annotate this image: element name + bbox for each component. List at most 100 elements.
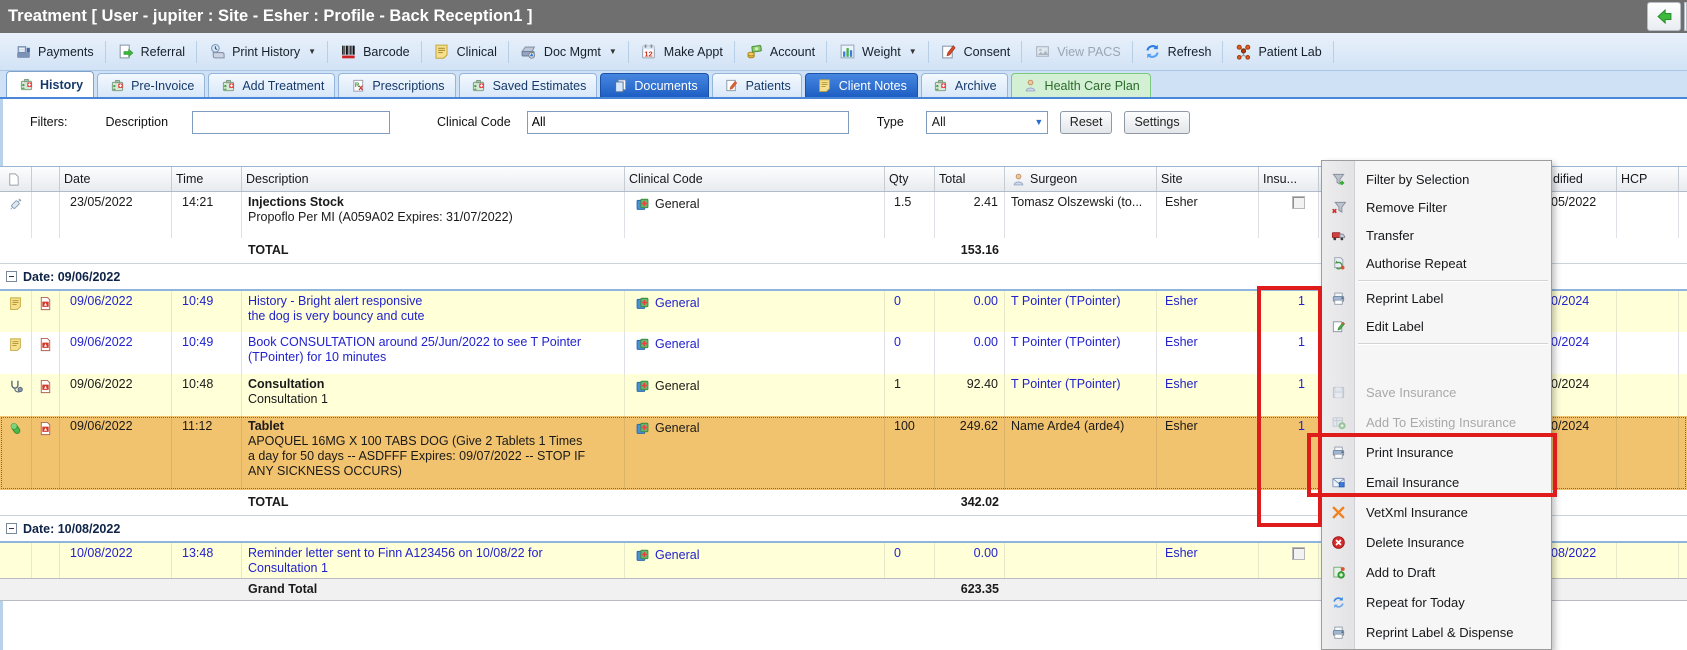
modified-cell: 0/2024 xyxy=(1549,332,1617,374)
description-cell: Tablet APOQUEL 16MG X 100 TABS DOG (Give … xyxy=(242,416,625,490)
tab-prescriptions[interactable]: R Prescriptions xyxy=(338,73,456,97)
tab-client-notes[interactable]: Client Notes xyxy=(804,73,918,97)
toolbar-button-referral[interactable]: Referral xyxy=(109,40,193,64)
type-select-value: All xyxy=(931,115,946,129)
tab-archive[interactable]: Archive xyxy=(920,73,1008,97)
column-header-description[interactable]: Description xyxy=(242,167,625,191)
menu-item-reprint-label[interactable]: Reprint Label xyxy=(1322,284,1551,312)
chevron-down-icon: ▼ xyxy=(1034,117,1044,127)
toolbar-button-print-history[interactable]: Print History ▼ xyxy=(200,40,324,64)
toolbar-label: Consent xyxy=(963,44,1011,59)
settings-button[interactable]: Settings xyxy=(1124,110,1190,134)
menu-item-vetxml-insurance[interactable]: VetXml Insurance xyxy=(1322,497,1551,527)
clinical-code-cell: General xyxy=(625,192,885,238)
empty-cell xyxy=(60,238,172,263)
tab-saved-estimates[interactable]: Saved Estimates xyxy=(458,73,598,97)
tab-pre-invoice[interactable]: Pre-Invoice xyxy=(97,73,206,97)
save-icon xyxy=(1329,383,1347,401)
toolbar-button-account[interactable]: Account xyxy=(738,40,823,64)
tab-health-care-plan[interactable]: Health Care Plan xyxy=(1010,73,1151,97)
prescription-icon: R xyxy=(349,77,367,95)
toolbar-button-consent[interactable]: Consent xyxy=(932,40,1019,64)
edit-label-icon xyxy=(1329,317,1347,335)
toolbar-button-clinical[interactable]: Clinical xyxy=(425,40,505,64)
menu-item-filter-by-selection[interactable]: Filter by Selection xyxy=(1322,165,1551,193)
tab-history[interactable]: History xyxy=(6,71,95,97)
column-header-doc[interactable] xyxy=(0,167,32,191)
column-header-site[interactable]: Site xyxy=(1157,167,1259,191)
description-line: Book CONSULTATION around 25/Jun/2022 to … xyxy=(248,335,582,349)
toolbar-separator xyxy=(196,40,198,63)
column-header-date[interactable]: Date xyxy=(60,167,172,191)
empty-cell xyxy=(1617,579,1679,600)
barcode-icon xyxy=(339,43,357,61)
menu-item-add-to-draft[interactable]: Add to Draft xyxy=(1322,557,1551,587)
clinical-code-input[interactable] xyxy=(526,110,849,134)
empty-cell xyxy=(1679,490,1687,515)
column-header-attach[interactable] xyxy=(32,167,60,191)
menu-item-repeat-for-today[interactable]: Repeat for Today xyxy=(1322,587,1551,617)
toolbar-label: Refresh xyxy=(1167,44,1212,59)
row-attachment-icon-cell xyxy=(32,332,60,374)
toolbar-button-refresh[interactable]: Refresh xyxy=(1136,40,1220,64)
general-code-icon xyxy=(633,546,651,564)
clinical-code-label: General xyxy=(655,296,700,310)
column-header-modified[interactable]: dified xyxy=(1549,167,1617,191)
toolbar-label: Make Appt xyxy=(663,44,723,59)
empty-cell xyxy=(0,238,32,263)
row-type-icon-cell xyxy=(0,332,32,374)
toolbar-separator xyxy=(1131,40,1133,63)
clinical-code-cell: General xyxy=(625,416,885,490)
modified-cell: 0/2024 xyxy=(1549,374,1617,416)
toolbar-button-barcode[interactable]: Barcode xyxy=(331,40,418,64)
column-header-label: Site xyxy=(1161,172,1183,186)
tab-add-treatment[interactable]: Add Treatment xyxy=(208,73,336,97)
column-header-time[interactable]: Time xyxy=(172,167,242,191)
collapse-icon[interactable] xyxy=(6,271,17,282)
toolbar-button-payments[interactable]: Payments xyxy=(6,40,102,64)
column-header-hcp[interactable]: HCP xyxy=(1617,167,1679,191)
column-header-qty[interactable]: Qty xyxy=(885,167,935,191)
empty-cell xyxy=(60,579,172,600)
time-cell: 10:49 xyxy=(172,332,242,374)
patients-icon xyxy=(723,77,741,95)
type-select[interactable]: All ▼ xyxy=(925,110,1048,134)
clinical-code-label: General xyxy=(655,548,700,562)
insurance-checkbox[interactable] xyxy=(1292,547,1305,560)
row-type-icon-cell xyxy=(0,416,32,490)
empty-cell xyxy=(1157,490,1259,515)
clinical-code-label: General xyxy=(655,421,700,435)
column-header-insu[interactable]: Insu... xyxy=(1259,167,1319,191)
menu-item-remove-filter[interactable]: Remove Filter xyxy=(1322,193,1551,221)
tab-bar: History Pre-Invoice Add Treatment R Prescrip… xyxy=(0,71,1687,99)
reset-button[interactable]: Reset xyxy=(1059,110,1113,134)
column-header-surgeon[interactable]: Surgeon xyxy=(1005,167,1157,191)
toolbar-button-patient-lab[interactable]: Patient Lab xyxy=(1226,40,1329,64)
collapse-icon[interactable] xyxy=(6,523,17,534)
tab-label: History xyxy=(40,77,84,92)
printer-icon xyxy=(1329,289,1347,307)
column-header-label: Qty xyxy=(889,172,909,186)
site-cell: Esher xyxy=(1157,374,1259,416)
empty-cell xyxy=(1617,490,1679,515)
column-header-clinical-code[interactable]: Clinical Code xyxy=(625,167,885,191)
back-button[interactable] xyxy=(1647,2,1681,31)
chevron-down-icon: ▼ xyxy=(608,47,617,56)
insurance-checkbox[interactable] xyxy=(1292,196,1305,209)
menu-item-authorise-repeat[interactable]: Authorise Repeat xyxy=(1322,249,1551,277)
menu-item-transfer[interactable]: Transfer xyxy=(1322,221,1551,249)
toolbar-button-make-appt[interactable]: 12 Make Appt xyxy=(632,40,731,64)
payments-icon xyxy=(14,43,32,61)
menu-item-reprint-label-dispense[interactable]: Reprint Label & Dispense xyxy=(1322,617,1551,647)
column-header-total[interactable]: Total xyxy=(935,167,1005,191)
toolbar-button-doc-mgmt[interactable]: Doc Mgmt ▼ xyxy=(512,40,625,64)
description-input[interactable] xyxy=(192,110,391,134)
hcp-cell xyxy=(1617,332,1679,374)
date-cell: 09/06/2022 xyxy=(60,416,172,490)
menu-item-delete-insurance[interactable]: Delete Insurance xyxy=(1322,527,1551,557)
toolbar-button-weight[interactable]: Weight ▼ xyxy=(830,40,925,64)
menu-item-edit-label[interactable]: Edit Label xyxy=(1322,312,1551,340)
tab-documents[interactable]: Documents xyxy=(600,73,709,97)
doc-mgmt-icon xyxy=(520,43,538,61)
tab-patients[interactable]: Patients xyxy=(711,73,802,97)
